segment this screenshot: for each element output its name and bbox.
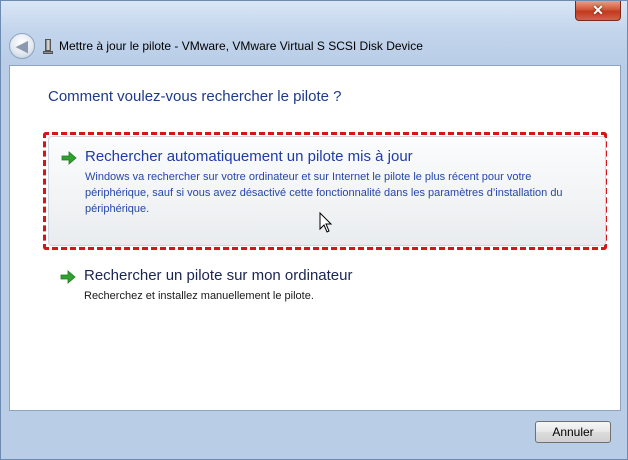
cancel-button[interactable]: Annuler <box>535 421 611 443</box>
green-arrow-icon <box>60 270 76 284</box>
description-line: périphérique, sauf si vous avez désactiv… <box>85 187 563 199</box>
back-arrow-icon: ◀ <box>16 38 28 55</box>
description-line: Windows va rechercher sur votre ordinate… <box>85 171 532 183</box>
option-title: Rechercher un pilote sur mon ordinateur <box>84 267 353 284</box>
close-icon: ✕ <box>592 2 604 18</box>
mouse-cursor-icon <box>319 212 333 233</box>
back-button[interactable]: ◀ <box>9 33 35 59</box>
title-bar: ◀ Mettre à jour le pilote - VMware, VMwa… <box>9 31 619 61</box>
content-pane: Comment voulez-vous rechercher le pilote… <box>9 65 621 411</box>
option-title: Rechercher automatiquement un pilote mis… <box>85 148 413 165</box>
dialog-window: ✕ ◀ Mettre à jour le pilote - VMware, VM… <box>0 0 628 460</box>
description-line: Recherchez et installez manuellement le … <box>84 290 314 302</box>
option-browse-computer[interactable]: Rechercher un pilote sur mon ordinateur … <box>48 256 606 310</box>
device-icon <box>43 38 53 54</box>
green-arrow-icon <box>61 151 77 165</box>
option-description: Windows va rechercher sur votre ordinate… <box>85 169 593 217</box>
background-window-edge <box>11 1 211 15</box>
footer-bar: Annuler <box>9 411 621 453</box>
window-title: Mettre à jour le pilote - VMware, VMware… <box>59 39 423 53</box>
close-button[interactable]: ✕ <box>575 1 621 21</box>
description-line: périphérique. <box>85 203 150 215</box>
page-heading: Comment voulez-vous rechercher le pilote… <box>48 88 342 105</box>
option-description: Recherchez et installez manuellement le … <box>84 288 594 304</box>
